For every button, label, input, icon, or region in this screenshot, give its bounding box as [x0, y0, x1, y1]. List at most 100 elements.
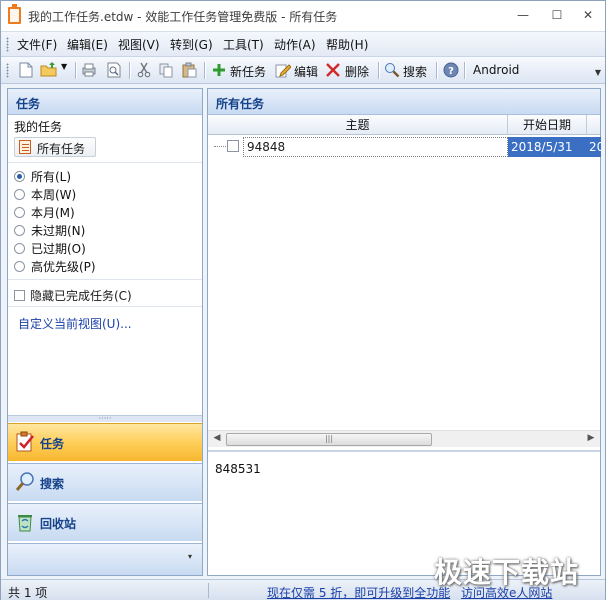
- filter-not-expired-radio[interactable]: 未过期(N): [14, 222, 85, 239]
- nav-pane-options-button[interactable]: ▾: [8, 543, 202, 575]
- toolbar-separator: [204, 62, 205, 79]
- toolbar-separator: [129, 62, 130, 79]
- window-title: 我的工作任务.etdw - 效能工作任务管理免费版 - 所有任务: [28, 10, 338, 24]
- android-button[interactable]: Android: [473, 63, 519, 77]
- radio-selected-icon: [14, 171, 25, 182]
- maximize-button[interactable]: ☐: [545, 5, 569, 25]
- edit-button[interactable]: 编辑: [294, 63, 318, 80]
- toolbar-separator: [436, 62, 437, 79]
- title-bar: 我的工作任务.etdw - 效能工作任务管理免费版 - 所有任务 — ☐ ✕: [1, 1, 605, 32]
- radio-icon: [14, 225, 25, 236]
- horizontal-scrollbar[interactable]: ◀ ||| ▶: [208, 430, 600, 447]
- radio-icon: [14, 189, 25, 200]
- customize-view-link[interactable]: 自定义当前视图(U)...: [18, 315, 132, 332]
- nav-recycle-bin-label: 回收站: [40, 517, 77, 531]
- nav-recycle-bin-button[interactable]: 回收站: [8, 503, 202, 541]
- delete-x-icon[interactable]: [325, 62, 341, 78]
- task-overflow-cell[interactable]: 20: [587, 137, 601, 157]
- column-header-overflow[interactable]: [587, 115, 601, 135]
- filter-label: 本周(W): [31, 188, 77, 202]
- toolbar-separator: [75, 62, 76, 79]
- hide-completed-label: 隐藏已完成任务(C): [30, 289, 132, 303]
- column-header-start-date[interactable]: 开始日期: [508, 115, 587, 135]
- toolbar-overflow-icon[interactable]: ▼: [593, 63, 603, 78]
- filter-label: 所有(L): [31, 170, 72, 184]
- search-button[interactable]: 搜索: [403, 63, 427, 80]
- tree-connector: [214, 146, 226, 147]
- help-icon[interactable]: ?: [443, 62, 459, 78]
- pencil-icon[interactable]: [275, 62, 292, 78]
- app-window: 我的工作任务.etdw - 效能工作任务管理免费版 - 所有任务 — ☐ ✕ 文…: [0, 0, 606, 600]
- minimize-button[interactable]: —: [511, 5, 535, 25]
- print-icon[interactable]: [81, 62, 97, 78]
- plus-icon[interactable]: [211, 62, 227, 78]
- column-header-subject[interactable]: 主题: [208, 115, 508, 135]
- upgrade-link[interactable]: 现在仅需 5 折，即可升级到全功能: [267, 584, 450, 600]
- all-tasks-label: 所有任务: [37, 142, 86, 156]
- app-logo-icon: [8, 4, 21, 24]
- task-subject-cell[interactable]: 94848: [243, 137, 508, 157]
- new-task-button[interactable]: 新任务: [230, 63, 266, 80]
- radio-icon: [14, 243, 25, 254]
- filter-expired-radio[interactable]: 已过期(O): [14, 240, 86, 257]
- filter-this-month-radio[interactable]: 本月(M): [14, 204, 75, 221]
- task-note-icon: [19, 140, 31, 154]
- pane-header: 任务: [8, 89, 202, 115]
- copy-icon[interactable]: [158, 62, 174, 78]
- radio-icon: [14, 207, 25, 218]
- filter-label: 本月(M): [31, 206, 75, 220]
- all-tasks-button[interactable]: 所有任务: [14, 137, 96, 157]
- status-separator: [208, 583, 209, 598]
- table-row[interactable]: 94848 2018/5/31 20: [208, 137, 601, 157]
- close-button[interactable]: ✕: [576, 5, 600, 25]
- toolbar-grip: [6, 63, 9, 78]
- nav-tasks-label: 任务: [40, 437, 65, 451]
- menu-view[interactable]: 视图(V): [118, 36, 160, 53]
- task-complete-checkbox[interactable]: [227, 140, 239, 152]
- nav-search-button[interactable]: 搜索: [8, 463, 202, 501]
- menu-goto[interactable]: 转到(G): [170, 36, 213, 53]
- menu-tools[interactable]: 工具(T): [223, 36, 264, 53]
- nav-search-label: 搜索: [40, 477, 65, 491]
- menu-file[interactable]: 文件(F): [17, 36, 57, 53]
- scroll-thumb[interactable]: |||: [226, 433, 432, 446]
- scroll-left-icon[interactable]: ◀: [210, 433, 224, 443]
- open-dropdown-icon[interactable]: ▼: [61, 62, 67, 71]
- item-count: 共 1 项: [8, 586, 48, 600]
- radio-icon: [14, 261, 25, 272]
- paste-icon[interactable]: [181, 62, 197, 78]
- filter-high-priority-radio[interactable]: 高优先级(P): [14, 258, 96, 275]
- filter-all-radio[interactable]: 所有(L): [14, 168, 71, 185]
- toolbar-separator: [464, 62, 465, 79]
- hide-completed-checkbox[interactable]: 隐藏已完成任务(C): [14, 287, 132, 304]
- menu-edit[interactable]: 编辑(E): [67, 36, 108, 53]
- nav-tasks-button[interactable]: 任务: [8, 423, 202, 461]
- filter-this-week-radio[interactable]: 本周(W): [14, 186, 76, 203]
- filter-label: 已过期(O): [31, 242, 86, 256]
- scroll-right-icon[interactable]: ▶: [584, 433, 598, 443]
- clipboard-check-icon: [16, 431, 34, 452]
- pane-splitter[interactable]: ·····: [8, 415, 202, 423]
- open-folder-icon[interactable]: [40, 62, 57, 78]
- filter-label: 未过期(N): [31, 224, 86, 238]
- delete-button[interactable]: 删除: [345, 63, 369, 80]
- menu-help[interactable]: 帮助(H): [326, 36, 368, 53]
- column-headers: 主题 开始日期: [208, 115, 600, 135]
- magnifier-icon[interactable]: [384, 62, 400, 78]
- new-document-icon[interactable]: [18, 62, 34, 78]
- divider: [8, 306, 202, 307]
- task-list-pane: 所有任务 主题 开始日期 94848 2018/5/31 20 ◀ ||| ▶ …: [207, 88, 601, 576]
- print-preview-icon[interactable]: [106, 62, 122, 78]
- task-start-date-cell[interactable]: 2018/5/31: [508, 137, 587, 157]
- recycle-bin-icon: [18, 515, 32, 532]
- divider: [8, 162, 202, 163]
- divider: [8, 279, 202, 280]
- checkbox-icon: [14, 290, 25, 301]
- svg-text:?: ?: [448, 66, 454, 77]
- watermark: 极速下载站: [434, 556, 580, 589]
- cut-icon[interactable]: [136, 62, 152, 78]
- magnifier-icon: [15, 472, 34, 491]
- preview-text: 848531: [215, 462, 261, 476]
- my-tasks-label: 我的任务: [14, 120, 63, 134]
- menu-actions[interactable]: 动作(A): [274, 36, 316, 53]
